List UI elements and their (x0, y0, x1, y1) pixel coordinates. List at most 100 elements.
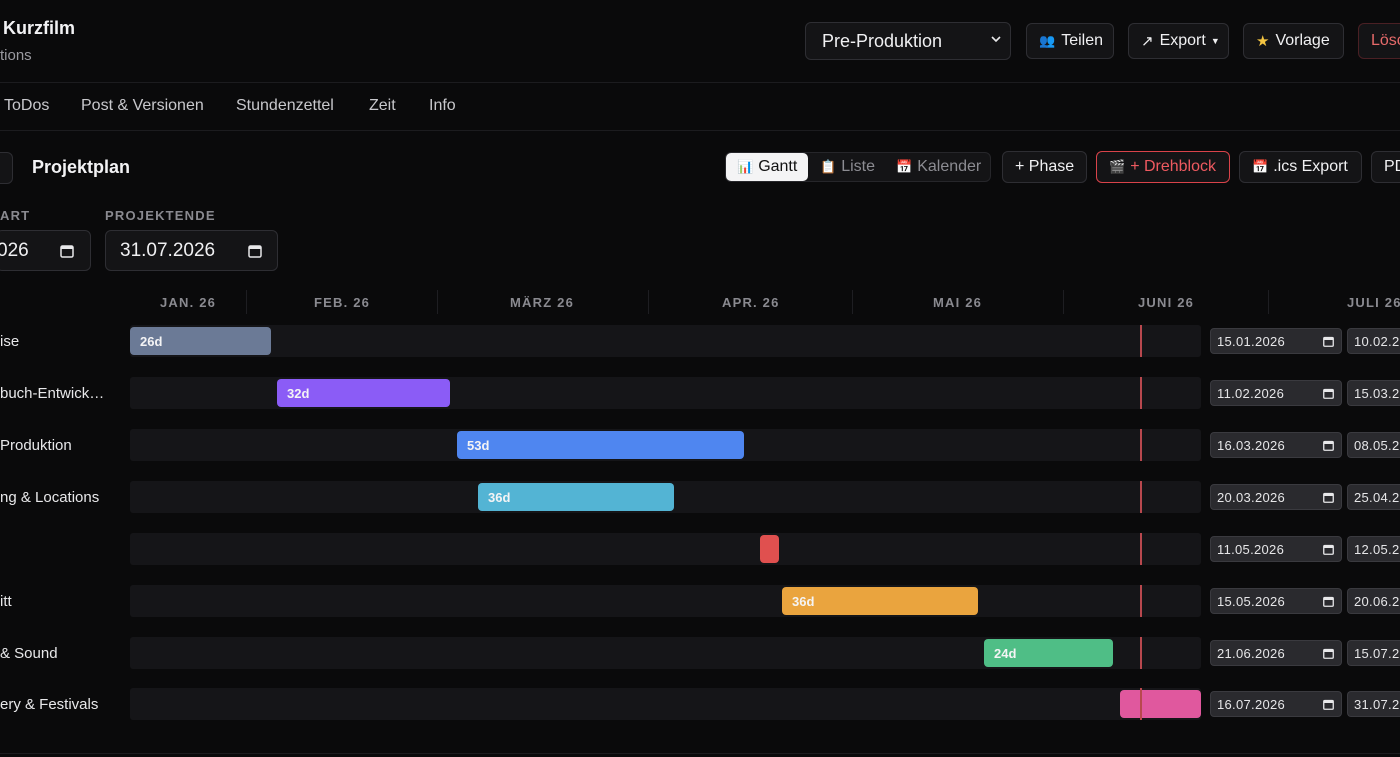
project-subtitle: tions (0, 47, 32, 64)
export-label: Export (1159, 32, 1206, 49)
project-end-label: PROJEKTENDE (105, 208, 216, 223)
phase-start-input[interactable]: 16.07.2026 (1210, 691, 1342, 717)
calendar-icon (248, 245, 262, 258)
phase-bar[interactable] (1120, 690, 1201, 718)
project-end-value: 31.07.2026 (120, 239, 216, 261)
add-shootblock-button[interactable]: 🎬 + Drehblock (1096, 151, 1230, 183)
back-button[interactable] (0, 152, 13, 184)
calendar-icon (1323, 595, 1334, 607)
clipboard-icon: 📋 (820, 159, 837, 174)
chevron-down-icon (991, 36, 1001, 43)
export-button[interactable]: ↗ Export ▼ (1128, 23, 1229, 59)
phase-bar[interactable]: 53d (457, 431, 744, 459)
phase-duration: 36d (792, 593, 815, 609)
add-phase-button[interactable]: + Phase (1002, 151, 1087, 183)
add-phase-label: + Phase (1015, 158, 1075, 175)
calendar-icon (1323, 647, 1334, 659)
month-label-may: MAI 26 (933, 295, 983, 310)
phase-bar[interactable] (760, 535, 779, 563)
calendar-icon (1323, 491, 1334, 503)
today-marker (1140, 481, 1142, 513)
view-list-button[interactable]: 📋 Liste (820, 152, 875, 182)
phase-duration: 24d (994, 645, 1017, 661)
phase-label: buch-Entwick… (0, 385, 105, 402)
phase-end-input[interactable]: 15.03.2 (1347, 380, 1400, 406)
share-button[interactable]: 👥 Teilen (1026, 23, 1114, 59)
today-marker (1140, 325, 1142, 357)
clapperboard-icon: 🎬 (1109, 159, 1126, 174)
phase-start-input[interactable]: 21.06.2026 (1210, 640, 1342, 666)
bottom-divider (0, 753, 1400, 754)
add-shootblock-label: + Drehblock (1130, 158, 1217, 175)
delete-button[interactable]: Lösc (1358, 23, 1400, 59)
pdf-label: PD (1384, 158, 1400, 175)
phase-end-value: 31.07.2 (1354, 696, 1400, 712)
tab-stundenzettel[interactable]: Stundenzettel (236, 97, 334, 115)
phase-start-value: 16.07.2026 (1217, 696, 1286, 712)
calendar-icon (1323, 335, 1334, 347)
phase-end-input[interactable]: 20.06.2 (1347, 588, 1400, 614)
phase-start-value: 16.03.2026 (1217, 437, 1286, 453)
tab-zeit[interactable]: Zeit (369, 97, 396, 115)
project-start-value: 026 (0, 239, 29, 261)
phase-bar[interactable]: 36d (478, 483, 674, 511)
phase-start-value: 20.03.2026 (1217, 489, 1286, 505)
calendar-icon: 📅 (1252, 159, 1269, 174)
view-gantt-button[interactable]: 📊 Gantt (726, 153, 809, 181)
view-calendar-label: Kalender (917, 158, 982, 175)
today-marker (1140, 585, 1142, 617)
month-label-apr: APR. 26 (722, 295, 780, 310)
view-calendar-button[interactable]: 📅 Kalender (896, 152, 981, 182)
phase-end-input[interactable]: 31.07.2 (1347, 691, 1400, 717)
phase-label: Produktion (0, 437, 72, 454)
phase-start-input[interactable]: 16.03.2026 (1210, 432, 1342, 458)
phase-end-input[interactable]: 08.05.2 (1347, 432, 1400, 458)
phase-bar[interactable]: 36d (782, 587, 978, 615)
tab-todos[interactable]: ToDos (4, 97, 49, 115)
phase-end-value: 12.05.2 (1354, 541, 1400, 557)
phase-bar[interactable]: 32d (277, 379, 450, 407)
calendar-icon (1323, 387, 1334, 399)
project-title: Kurzfilm (3, 18, 75, 38)
template-button[interactable]: ★ Vorlage (1243, 23, 1344, 59)
bar-chart-icon: 📊 (737, 159, 754, 174)
gantt-track (130, 533, 1201, 565)
phase-end-value: 25.04.2 (1354, 489, 1400, 505)
phase-end-input[interactable]: 15.07.2 (1347, 640, 1400, 666)
today-marker (1140, 429, 1142, 461)
tabs-divider (0, 130, 1400, 131)
calendar-icon (1323, 439, 1334, 451)
phase-end-input[interactable]: 10.02.2 (1347, 328, 1400, 354)
month-divider (1268, 290, 1269, 314)
phase-bar[interactable]: 26d (130, 327, 271, 355)
phase-select[interactable]: Pre-Produktion (805, 22, 1011, 60)
project-end-input[interactable]: 31.07.2026 (105, 230, 278, 271)
phase-end-input[interactable]: 12.05.2 (1347, 536, 1400, 562)
phase-start-input[interactable]: 11.02.2026 (1210, 380, 1342, 406)
month-label-mar: MÄRZ 26 (510, 295, 575, 310)
month-divider (437, 290, 438, 314)
phase-start-input[interactable]: 11.05.2026 (1210, 536, 1342, 562)
phase-end-value: 08.05.2 (1354, 437, 1400, 453)
today-marker (1140, 533, 1142, 565)
phase-start-input[interactable]: 15.01.2026 (1210, 328, 1342, 354)
today-marker (1140, 377, 1142, 409)
phase-end-value: 15.07.2 (1354, 645, 1400, 661)
pdf-export-button[interactable]: PD (1371, 151, 1400, 183)
phase-end-input[interactable]: 25.04.2 (1347, 484, 1400, 510)
phase-label: & Sound (0, 645, 58, 662)
phase-start-value: 21.06.2026 (1217, 645, 1286, 661)
phase-bar[interactable]: 24d (984, 639, 1113, 667)
month-divider (1063, 290, 1064, 314)
template-label: Vorlage (1275, 32, 1330, 49)
month-label-jan: JAN. 26 (160, 295, 217, 310)
project-start-input[interactable]: 026 (0, 230, 91, 271)
month-divider (648, 290, 649, 314)
phase-start-input[interactable]: 20.03.2026 (1210, 484, 1342, 510)
ics-export-button[interactable]: 📅 .ics Export (1239, 151, 1362, 183)
phase-label: itt (0, 593, 12, 610)
phase-end-value: 15.03.2 (1354, 385, 1400, 401)
tab-post-versionen[interactable]: Post & Versionen (81, 97, 204, 115)
tab-info[interactable]: Info (429, 97, 456, 115)
phase-start-input[interactable]: 15.05.2026 (1210, 588, 1342, 614)
